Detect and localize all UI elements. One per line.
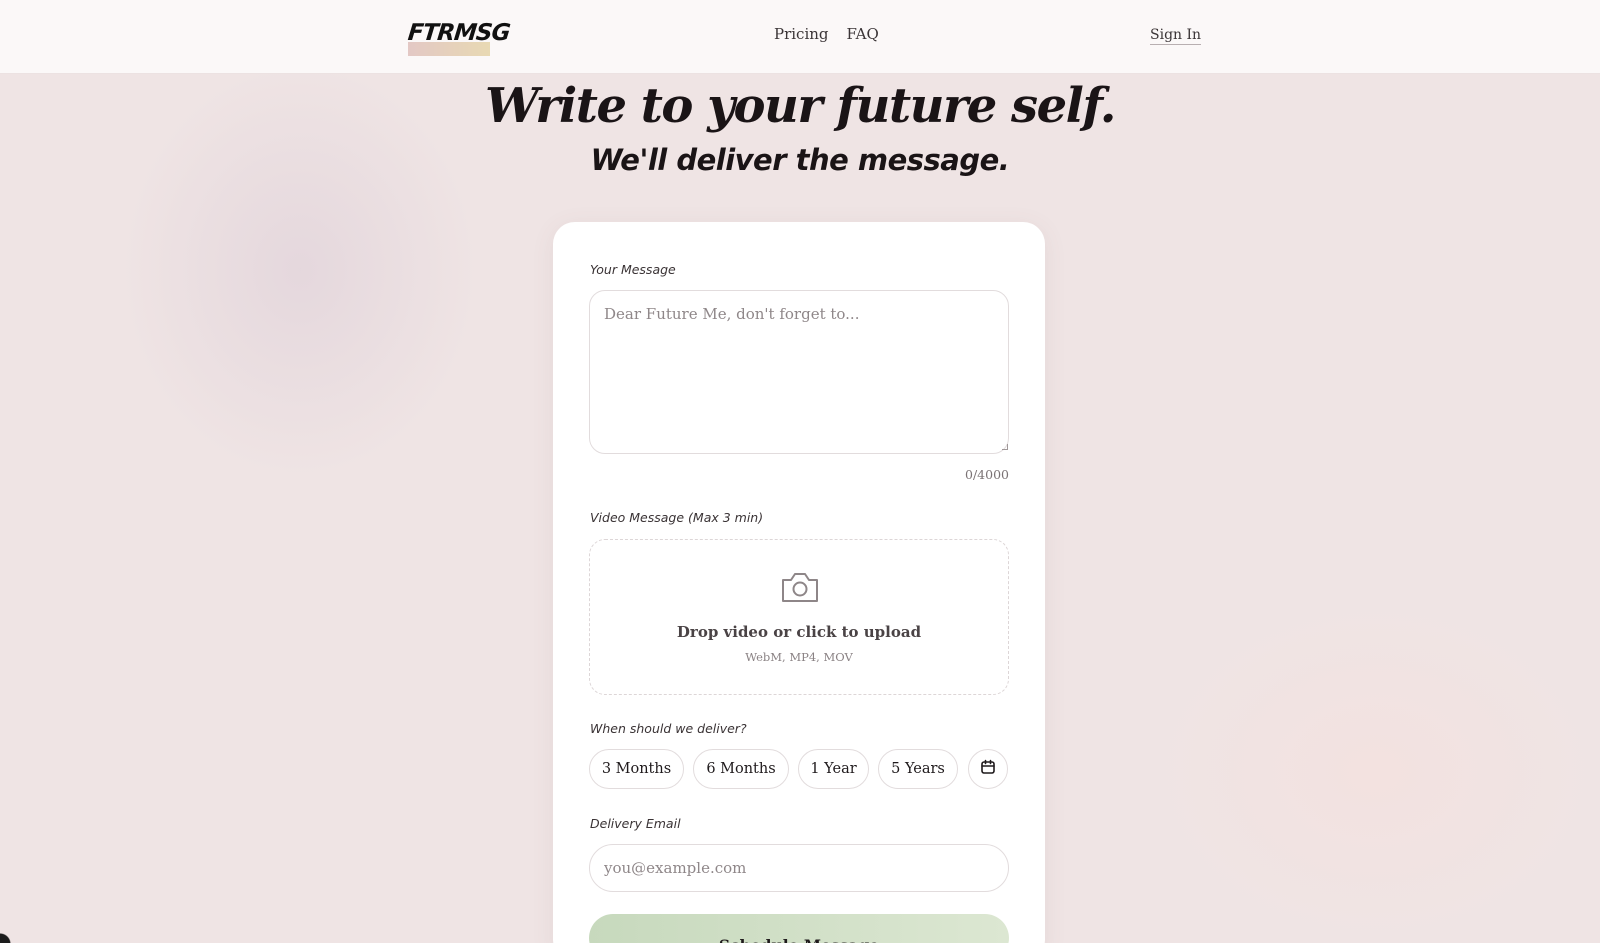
- main-nav: Pricing FAQ: [774, 25, 879, 43]
- logo[interactable]: FTRMSG: [407, 18, 511, 58]
- video-label: Video Message (Max 3 min): [590, 510, 764, 525]
- background-blob: [1150, 600, 1600, 943]
- top-navigation-bar: FTRMSG Pricing FAQ Sign In: [0, 0, 1600, 74]
- delivery-option-3-months[interactable]: 3 Months: [589, 749, 684, 789]
- sign-in-link[interactable]: Sign In: [1150, 27, 1202, 45]
- nav-link-pricing[interactable]: Pricing: [774, 25, 829, 43]
- page-title: Write to your future self.: [485, 78, 1117, 134]
- character-counter: 0/4000: [965, 467, 1009, 482]
- delivery-option-6-months[interactable]: 6 Months: [693, 749, 789, 789]
- message-form-card: Your Message 0/4000 Video Message (Max 3…: [553, 222, 1045, 943]
- schedule-message-button[interactable]: Schedule Message: [589, 914, 1009, 943]
- upload-title: Drop video or click to upload: [676, 623, 922, 641]
- calendar-icon: [980, 759, 996, 779]
- window-corner: [0, 930, 14, 943]
- delivery-email-input[interactable]: [589, 844, 1009, 892]
- upload-formats-hint: WebM, MP4, MOV: [745, 650, 853, 664]
- delivery-options: 3 Months 6 Months 1 Year 5 Years: [589, 749, 1009, 789]
- camera-icon: [780, 570, 820, 606]
- nav-link-faq[interactable]: FAQ: [847, 25, 879, 43]
- video-upload-dropzone[interactable]: Drop video or click to upload WebM, MP4,…: [589, 539, 1009, 695]
- custom-date-button[interactable]: [968, 749, 1008, 789]
- message-textarea[interactable]: [589, 290, 1009, 454]
- delivery-email-label: Delivery Email: [590, 816, 681, 831]
- textarea-resize-handle[interactable]: [1002, 444, 1008, 450]
- delivery-time-label: When should we deliver?: [590, 721, 747, 736]
- delivery-option-1-year[interactable]: 1 Year: [798, 749, 869, 789]
- message-label: Your Message: [590, 262, 676, 277]
- delivery-option-5-years[interactable]: 5 Years: [878, 749, 958, 789]
- logo-text: FTRMSG: [406, 20, 511, 46]
- page-subtitle: We'll deliver the message.: [590, 143, 1010, 177]
